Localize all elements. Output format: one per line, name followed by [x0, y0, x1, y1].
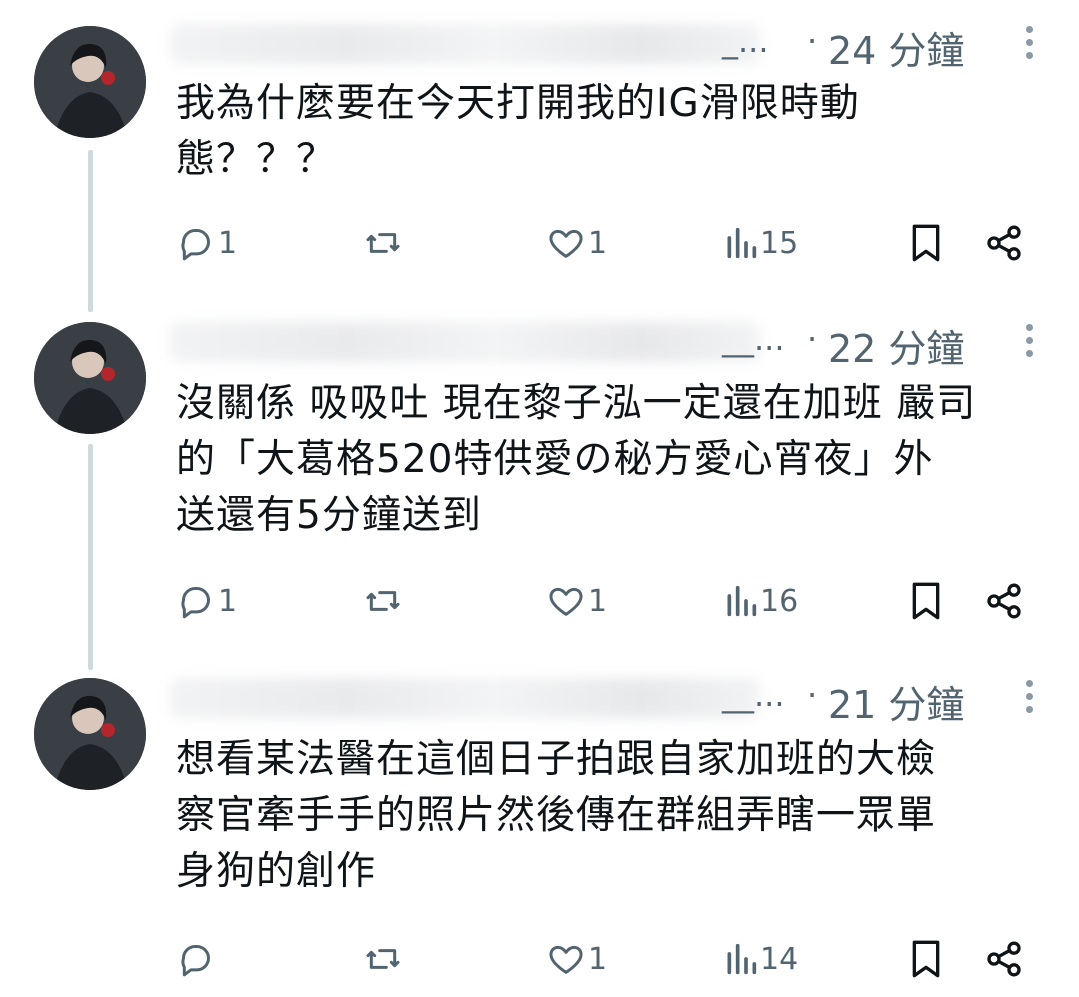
tweet-text-line: 的「大葛格520特供愛の秘方愛心宵夜」外 [176, 437, 934, 482]
views-button[interactable]: 16 [724, 576, 798, 626]
timestamp[interactable]: 21 分鐘 [828, 674, 964, 729]
like-icon [549, 587, 583, 616]
reply-icon [181, 229, 210, 261]
avatar[interactable] [34, 26, 146, 138]
reply-button[interactable]: 1 [176, 218, 237, 268]
retweet-button[interactable] [362, 218, 406, 268]
separator-dot: · [807, 22, 818, 60]
tweet-header: _... · 24 分鐘 [170, 20, 1049, 73]
like-button[interactable]: 1 [546, 934, 607, 984]
reply-count: 1 [218, 583, 238, 619]
retweet-icon [366, 591, 400, 611]
share-button[interactable] [984, 218, 1024, 268]
views-count: 15 [760, 225, 799, 261]
views-icon [727, 943, 757, 975]
author-name-redacted[interactable] [170, 322, 760, 362]
bookmark-button[interactable] [906, 576, 946, 626]
author-name-redacted[interactable] [170, 24, 760, 64]
reply-button[interactable]: 1 [176, 576, 237, 626]
tweet-text-line: 想看某法醫在這個日子拍跟自家加班的大檢 [176, 737, 937, 782]
tweet-text-line: 態？？？ [176, 137, 337, 182]
action-bar: 1 1 15 [176, 218, 1036, 268]
like-count: 1 [588, 225, 608, 261]
views-button[interactable]: 15 [724, 218, 798, 268]
like-icon [549, 945, 583, 974]
tweet-text: 沒關係 吸吸吐 現在黎子泓一定還在加班 嚴司 的「大葛格520特供愛の秘方愛心宵… [176, 376, 1036, 544]
tweet-header: __... · 21 分鐘 [170, 674, 1049, 727]
avatar[interactable] [34, 678, 146, 790]
tweet-header: __... · 22 分鐘 [170, 318, 1049, 371]
more-icon[interactable] [1023, 680, 1035, 720]
reply-icon [181, 587, 210, 619]
tweet-text-line: 察官牽手手的照片然後傳在群組弄瞎一眾單 [176, 793, 937, 838]
share-icon [987, 583, 1021, 619]
author-handle[interactable]: __... [722, 676, 785, 714]
tweet-text: 想看某法醫在這個日子拍跟自家加班的大檢 察官牽手手的照片然後傳在群組弄瞎一眾單 … [176, 732, 1036, 900]
like-icon [549, 229, 583, 258]
avatar[interactable] [34, 322, 146, 434]
like-count: 1 [588, 941, 608, 977]
author-handle[interactable]: __... [722, 320, 785, 358]
retweet-button[interactable] [362, 576, 406, 626]
thread-line [88, 444, 93, 670]
tweet-text-line: 送還有5分鐘送到 [176, 493, 482, 538]
more-icon[interactable] [1023, 26, 1035, 66]
tweet-text: 我為什麼要在今天打開我的IG滑限時動 態？？？ [176, 76, 1036, 188]
reply-icon [181, 945, 210, 977]
action-bar: 1 1 16 [176, 576, 1036, 626]
like-count: 1 [588, 583, 608, 619]
views-button[interactable]: 14 [724, 934, 798, 984]
views-icon [727, 585, 757, 617]
bookmark-icon [912, 940, 940, 978]
share-button[interactable] [984, 576, 1024, 626]
views-count: 14 [760, 941, 799, 977]
timestamp[interactable]: 22 分鐘 [828, 318, 964, 373]
reply-button[interactable] [176, 934, 218, 984]
retweet-icon [366, 233, 400, 253]
views-count: 16 [760, 583, 799, 619]
tweet-text-line: 沒關係 吸吸吐 現在黎子泓一定還在加班 嚴司 [176, 381, 977, 426]
bookmark-button[interactable] [906, 934, 946, 984]
thread-line [88, 150, 93, 312]
views-icon [727, 227, 757, 259]
share-icon [987, 941, 1021, 977]
retweet-button[interactable] [362, 934, 406, 984]
tweet-text-line: 我為什麼要在今天打開我的IG滑限時動 [176, 81, 860, 126]
retweet-icon [366, 949, 400, 969]
bookmark-button[interactable] [906, 218, 946, 268]
bookmark-icon [912, 582, 940, 620]
share-button[interactable] [984, 934, 1024, 984]
more-icon[interactable] [1023, 324, 1035, 364]
timestamp[interactable]: 24 分鐘 [828, 20, 964, 75]
author-name-redacted[interactable] [170, 678, 760, 718]
action-bar: 1 14 [176, 934, 1036, 984]
bookmark-icon [912, 224, 940, 262]
reply-count: 1 [218, 225, 238, 261]
like-button[interactable]: 1 [546, 576, 607, 626]
author-handle[interactable]: _... [722, 22, 769, 60]
tweet-text-line: 身狗的創作 [176, 849, 377, 894]
share-icon [987, 225, 1021, 261]
separator-dot: · [807, 320, 818, 358]
like-button[interactable]: 1 [546, 218, 607, 268]
separator-dot: · [807, 676, 818, 714]
